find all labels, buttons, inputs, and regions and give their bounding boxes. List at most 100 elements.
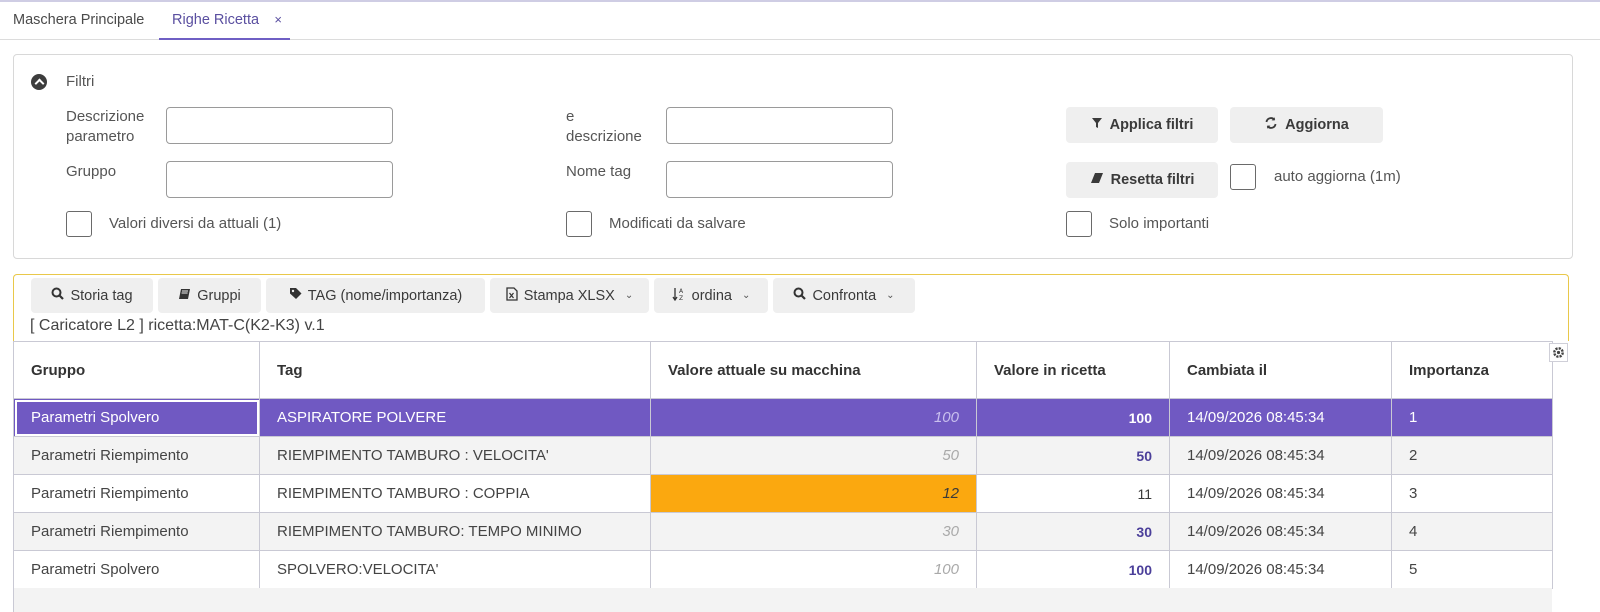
column-header-importanza[interactable]: Importanza	[1391, 341, 1553, 399]
confronta-button[interactable]: Confronta ⌄	[773, 278, 915, 313]
e-label-line2: descrizione	[566, 128, 642, 145]
nome-tag-label: Nome tag	[566, 163, 632, 180]
stampa-xlsx-button[interactable]: Stampa XLSX ⌄	[490, 278, 649, 313]
cell-valore-ricetta[interactable]: 100	[976, 550, 1170, 589]
cell-cambiata-il[interactable]: 14/09/2026 08:45:34	[1169, 550, 1392, 589]
gruppo-input[interactable]	[166, 161, 393, 198]
table-row[interactable]: Parametri Riempimento RIEMPIMENTO TAMBUR…	[13, 474, 1553, 513]
filter-panel-title: Filtri	[66, 73, 95, 90]
tab-righe-ricetta-label: Righe Ricetta	[172, 12, 260, 28]
modificati-checkbox[interactable]	[566, 211, 592, 237]
cell-importanza[interactable]: 1	[1391, 398, 1553, 437]
column-header-cambiata-il[interactable]: Cambiata il	[1169, 341, 1392, 399]
search-icon	[793, 287, 807, 304]
tag-icon	[289, 287, 302, 304]
table-row[interactable]: Parametri Spolvero SPOLVERO:VELOCITA' 10…	[13, 550, 1553, 589]
cell-cambiata-il[interactable]: 14/09/2026 08:45:34	[1169, 398, 1392, 437]
cell-gruppo[interactable]: Parametri Riempimento	[13, 512, 260, 551]
cell-valore-attuale[interactable]: 30	[650, 512, 977, 551]
table-row[interactable]: Parametri Riempimento RIEMPIMENTO TAMBUR…	[13, 436, 1553, 475]
cell-tag[interactable]: RIEMPIMENTO TAMBURO : COPPIA	[259, 474, 651, 513]
eraser-icon	[1090, 172, 1104, 188]
storia-tag-button[interactable]: Storia tag	[31, 278, 153, 313]
gruppi-button[interactable]: Gruppi	[158, 278, 261, 313]
cell-valore-ricetta[interactable]: 11	[976, 474, 1170, 513]
column-header-valore-ricetta[interactable]: Valore in ricetta	[976, 341, 1170, 399]
cell-tag[interactable]: ASPIRATORE POLVERE	[259, 398, 651, 437]
close-icon[interactable]: ×	[274, 2, 282, 38]
e-label-line1: e	[566, 108, 575, 125]
descrizione-label-line1: Descrizione	[66, 108, 145, 125]
descrizione-parametro-input[interactable]	[166, 107, 393, 144]
auto-aggiorna-checkbox[interactable]	[1230, 164, 1256, 190]
cell-valore-ricetta[interactable]: 50	[976, 436, 1170, 475]
solo-importanti-checkbox[interactable]	[1066, 211, 1092, 237]
stampa-xlsx-label: Stampa XLSX	[523, 287, 615, 304]
recipe-rows-table: Gruppo Tag Valore attuale su macchina Va…	[13, 341, 1553, 589]
gruppi-label: Gruppi	[197, 287, 241, 304]
filter-panel: Filtri Descrizione parametro e descrizio…	[13, 54, 1573, 259]
ordina-label: ordina	[691, 287, 732, 304]
cell-cambiata-il[interactable]: 14/09/2026 08:45:34	[1169, 436, 1392, 475]
ordina-button[interactable]: AZ ordina ⌄	[654, 278, 768, 313]
cell-tag[interactable]: RIEMPIMENTO TAMBURO : VELOCITA'	[259, 436, 651, 475]
file-excel-icon	[506, 286, 518, 305]
table-row[interactable]: Parametri Riempimento RIEMPIMENTO TAMBUR…	[13, 512, 1553, 551]
cell-importanza[interactable]: 3	[1391, 474, 1553, 513]
auto-aggiorna-label: auto aggiorna (1m)	[1274, 168, 1401, 185]
e-descrizione-input[interactable]	[666, 107, 893, 144]
cell-cambiata-il[interactable]: 14/09/2026 08:45:34	[1169, 474, 1392, 513]
table-header-row: Gruppo Tag Valore attuale su macchina Va…	[13, 341, 1553, 399]
valori-diversi-label: Valori diversi da attuali (1)	[109, 215, 282, 232]
tag-nome-importanza-label: TAG (nome/importanza)	[307, 287, 463, 304]
applica-filtri-label: Applica filtri	[1109, 117, 1194, 133]
filter-icon	[1091, 117, 1103, 133]
refresh-icon	[1264, 116, 1278, 134]
chevron-down-icon: ⌄	[886, 290, 895, 301]
gruppo-label: Gruppo	[66, 163, 117, 180]
valori-diversi-checkbox[interactable]	[66, 211, 92, 237]
tag-nome-importanza-button[interactable]: TAG (nome/importanza)	[266, 278, 485, 313]
table-row-partial	[13, 588, 1552, 612]
tab-maschera-principale[interactable]: Maschera Principale	[13, 2, 144, 40]
grid-toolbar: Storia tag Gruppi TAG (nome/importanza) …	[13, 274, 1569, 341]
chevron-down-icon: ⌄	[624, 290, 634, 301]
resetta-filtri-label: Resetta filtri	[1110, 172, 1195, 188]
applica-filtri-button[interactable]: Applica filtri	[1066, 107, 1218, 143]
cell-gruppo[interactable]: Parametri Spolvero	[13, 398, 260, 437]
cell-valore-attuale-diff[interactable]: 12	[650, 474, 977, 513]
cell-importanza[interactable]: 2	[1391, 436, 1553, 475]
column-header-tag[interactable]: Tag	[259, 341, 651, 399]
table-row[interactable]: Parametri Spolvero ASPIRATORE POLVERE 10…	[13, 398, 1553, 437]
nome-tag-input[interactable]	[666, 161, 893, 198]
resetta-filtri-button[interactable]: Resetta filtri	[1066, 162, 1218, 198]
descrizione-label: Descrizione parametro	[66, 107, 144, 147]
cell-valore-attuale[interactable]: 100	[650, 550, 977, 589]
cell-gruppo[interactable]: Parametri Spolvero	[13, 550, 260, 589]
column-header-gruppo[interactable]: Gruppo	[13, 341, 260, 399]
aggiorna-button[interactable]: Aggiorna	[1230, 107, 1383, 143]
column-header-valore-attuale[interactable]: Valore attuale su macchina	[650, 341, 977, 399]
cell-valore-attuale[interactable]: 50	[650, 436, 977, 475]
cell-valore-ricetta[interactable]: 100	[976, 398, 1170, 437]
chevron-down-icon: ⌄	[741, 290, 751, 301]
cell-valore-attuale[interactable]: 100	[650, 398, 977, 437]
cell-valore-ricetta[interactable]: 30	[976, 512, 1170, 551]
modificati-label: Modificati da salvare	[609, 215, 746, 232]
chevron-up-circle-icon[interactable]	[31, 74, 47, 90]
e-descrizione-label: e descrizione	[566, 107, 642, 147]
cell-importanza[interactable]: 4	[1391, 512, 1553, 551]
confronta-label: Confronta	[812, 287, 877, 304]
book-icon	[178, 288, 191, 304]
cell-tag[interactable]: SPOLVERO:VELOCITA'	[259, 550, 651, 589]
gear-icon[interactable]	[1549, 343, 1568, 362]
cell-cambiata-il[interactable]: 14/09/2026 08:45:34	[1169, 512, 1392, 551]
cell-tag[interactable]: RIEMPIMENTO TAMBURO: TEMPO MINIMO	[259, 512, 651, 551]
cell-gruppo[interactable]: Parametri Riempimento	[13, 474, 260, 513]
cell-importanza[interactable]: 5	[1391, 550, 1553, 589]
cell-gruppo[interactable]: Parametri Riempimento	[13, 436, 260, 475]
tab-righe-ricetta[interactable]: Righe Ricetta ×	[159, 2, 290, 40]
storia-tag-label: Storia tag	[70, 287, 133, 304]
tab-bar: Maschera Principale Righe Ricetta ×	[0, 2, 1600, 40]
sort-alpha-icon: AZ	[672, 287, 686, 305]
